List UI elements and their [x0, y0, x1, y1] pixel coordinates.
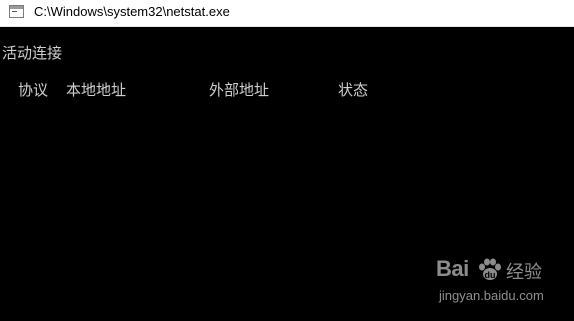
watermark-jingyan-text: 经验 — [506, 262, 542, 283]
title-bar[interactable]: C:\Windows\system32\netstat.exe — [0, 0, 574, 27]
watermark-logo-text: Bai — [436, 256, 469, 281]
svg-text:du: du — [485, 270, 496, 280]
column-header-local-address: 本地地址 — [66, 81, 127, 99]
column-header-protocol: 协议 — [18, 81, 49, 99]
column-header-foreign-address: 外部地址 — [209, 81, 270, 99]
watermark-url: jingyan.baidu.com — [439, 288, 544, 303]
console-window: C:\Windows\system32\netstat.exe 活动连接 协议 … — [0, 0, 574, 321]
window-title: C:\Windows\system32\netstat.exe — [34, 4, 230, 19]
console-window-icon — [9, 5, 24, 18]
baidu-jingyan-watermark: Bai du 经验 jingyan.baidu.com — [436, 256, 570, 312]
section-title: 活动连接 — [2, 44, 63, 62]
column-header-state: 状态 — [338, 81, 369, 99]
paw-icon: du — [479, 258, 501, 280]
